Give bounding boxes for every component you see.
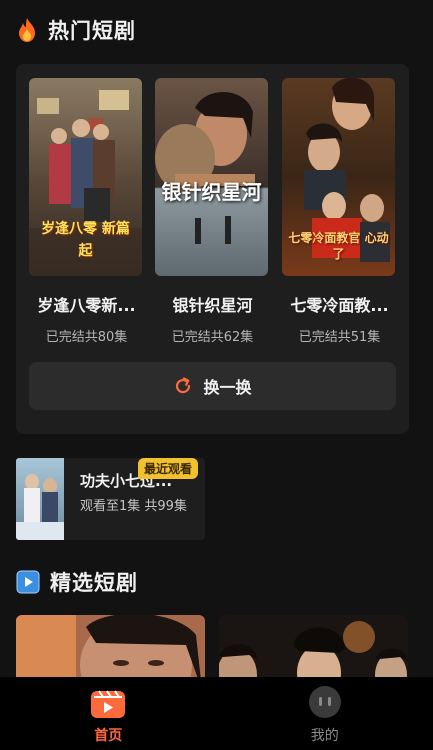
fire-icon: [19, 18, 35, 42]
drama-status: 已完结共62集: [171, 330, 254, 345]
drama-card[interactable]: 七零冷面教官 心动了 七零冷面教... 已完结共51集: [282, 78, 397, 345]
drama-card[interactable]: 银针织星河 银针织星河 已完结共62集: [155, 78, 270, 345]
refresh-button[interactable]: 换一换: [29, 362, 396, 410]
drama-poster[interactable]: 银针织星河: [155, 78, 268, 276]
profile-icon: [308, 686, 341, 718]
hot-dramas-panel: 岁逢八零 新篇起 岁逢八零新... 已完结共80集 银针织星河 银针织星河 已完…: [16, 64, 409, 434]
hot-section-title: 热门短剧: [48, 19, 136, 43]
poster-overlay-text: 岁逢八零 新篇起: [41, 221, 130, 259]
nav-home[interactable]: 首页: [0, 677, 217, 750]
drama-title[interactable]: 七零冷面教...: [282, 292, 397, 316]
drama-status: 已完结共80集: [45, 330, 128, 345]
poster-overlay-text: 七零冷面教官 心动了: [288, 231, 389, 261]
drama-title[interactable]: 岁逢八零新...: [29, 292, 144, 316]
drama-title[interactable]: 银针织星河: [155, 292, 270, 316]
nav-mine[interactable]: 我的: [217, 677, 433, 750]
selected-section-title: 精选短剧: [50, 571, 138, 595]
recent-watch-card[interactable]: 功夫小七过... 观看至1集 共99集 最近观看: [16, 458, 205, 540]
refresh-label: 换一换: [203, 378, 252, 397]
nav-mine-label: 我的: [310, 728, 339, 744]
recent-thumbnail[interactable]: [16, 458, 64, 540]
drama-card[interactable]: 岁逢八零 新篇起 岁逢八零新... 已完结共80集: [29, 78, 144, 345]
app-screen: 热门短剧 岁逢八零 新篇起 岁逢八零新... 已完结共80集 银针织星河 银针织…: [0, 0, 433, 750]
hot-section-header: 热门短剧: [16, 14, 136, 46]
drama-poster[interactable]: 岁逢八零 新篇起: [29, 78, 142, 276]
bottom-nav: 首页 我的: [0, 677, 433, 750]
selected-section-header: 精选短剧: [16, 566, 138, 598]
home-clapper-icon: [91, 690, 126, 718]
play-icon: [16, 570, 40, 594]
refresh-icon: [176, 377, 191, 394]
drama-status: 已完结共51集: [298, 330, 381, 345]
poster-overlay-text: 银针织星河: [161, 180, 262, 204]
recent-progress: 观看至1集 共99集: [80, 499, 187, 514]
nav-home-label: 首页: [94, 728, 123, 744]
recent-badge: 最近观看: [138, 458, 199, 479]
drama-poster[interactable]: 七零冷面教官 心动了: [282, 78, 395, 276]
